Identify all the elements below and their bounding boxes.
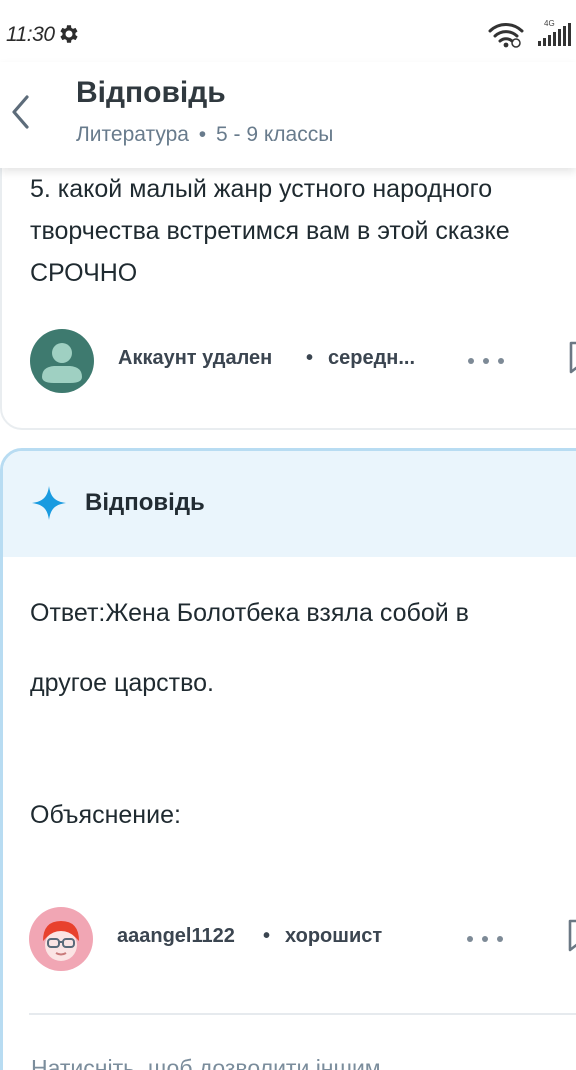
author-separator: •: [263, 925, 271, 947]
answer-text-line: Ответ:Жена Болотбека взяла собой в: [30, 599, 469, 627]
answer-author-row: aaangel1122 • хорошист: [29, 907, 576, 971]
user-silhouette-icon: [42, 343, 82, 383]
dot-icon: [467, 936, 473, 942]
gear-icon: [60, 25, 78, 43]
more-options-button[interactable]: [467, 925, 503, 953]
bookmark-icon[interactable]: [568, 341, 576, 375]
back-button[interactable]: [0, 84, 40, 140]
answer-text-line: другое царство.: [30, 669, 214, 697]
avatar[interactable]: [30, 329, 94, 393]
thanks-hint-text[interactable]: Натисніть, щоб дозволити іншим: [31, 1055, 381, 1070]
explanation-label: Объяснение:: [30, 801, 181, 829]
question-text: 5. какой малый жанр устного народного тв…: [30, 175, 510, 287]
breadcrumb-separator: •: [198, 123, 207, 146]
signal-icon: 4G: [538, 19, 571, 46]
dot-icon: [483, 358, 489, 364]
girl-avatar-icon: [43, 921, 79, 961]
author-separator: •: [306, 347, 314, 369]
answer-header: Відповідь: [3, 451, 576, 557]
author-name[interactable]: aaangel1122: [117, 925, 235, 948]
sparkle-icon: [32, 486, 66, 520]
status-bar: 11:30 4G: [0, 0, 576, 62]
dot-icon: [482, 936, 488, 942]
question-author-row: Аккаунт удален • середн...: [30, 329, 576, 393]
chevron-left-icon: [12, 95, 29, 129]
grade-label: 5 - 9 классы: [216, 123, 334, 146]
wifi-icon: [488, 23, 524, 48]
avatar[interactable]: [29, 907, 93, 971]
app-header: Відповідь Литература • 5 - 9 классы: [0, 62, 576, 168]
divider: [29, 1013, 576, 1015]
bookmark-icon[interactable]: [567, 919, 576, 953]
more-options-button[interactable]: [468, 347, 504, 375]
dot-icon: [498, 358, 504, 364]
subject-link[interactable]: Литература: [76, 123, 189, 146]
answer-heading: Відповідь: [85, 489, 205, 516]
dot-icon: [497, 936, 503, 942]
status-time: 11:30: [6, 23, 55, 46]
page-title: Відповідь: [76, 76, 226, 109]
author-rank: середн...: [328, 347, 416, 369]
breadcrumb: Литература • 5 - 9 классы: [76, 123, 333, 147]
dot-icon: [468, 358, 474, 364]
author-name[interactable]: Аккаунт удален: [118, 347, 272, 370]
answer-card: Відповідь Ответ:Жена Болотбека взяла соб…: [0, 448, 576, 1070]
author-rank: хорошист: [285, 925, 383, 947]
network-label: 4G: [544, 19, 555, 28]
